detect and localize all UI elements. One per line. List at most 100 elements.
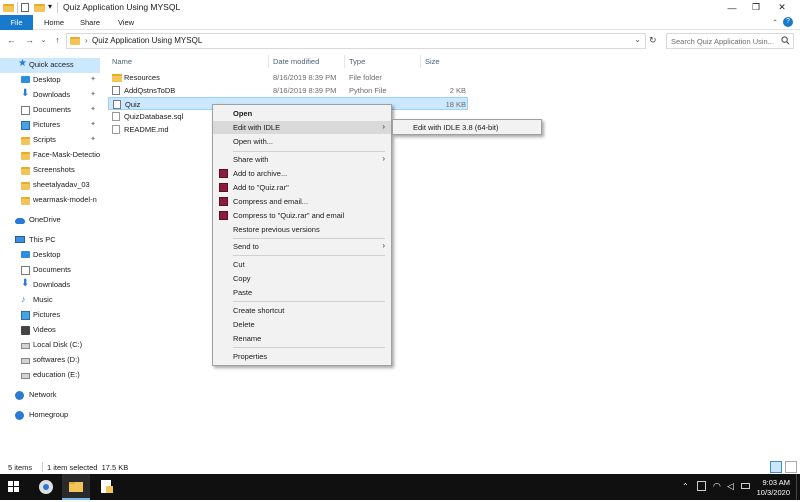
nav-quick-face-mask[interactable]: Face-Mask-Detectio (0, 148, 100, 163)
chevron-up-icon[interactable]: ⌃ (682, 482, 689, 491)
menu-item-send-to[interactable]: Send to › (213, 240, 391, 253)
search-input[interactable]: Search Quiz Application Usin... (666, 33, 794, 49)
nav-homegroup[interactable]: Homegroup (0, 408, 100, 423)
menu-label: Add to "Quiz.rar" (233, 183, 289, 192)
start-button[interactable] (0, 474, 28, 500)
clock-date[interactable]: 10/3/2020 (757, 488, 790, 497)
address-dropdown-button[interactable]: ⌄ (634, 35, 641, 44)
downloads-icon: ⬇ (21, 88, 30, 99)
nav-quick-downloads[interactable]: ⬇ Downloads ✦ (0, 88, 100, 103)
column-divider[interactable] (420, 55, 421, 68)
nav-pc-music[interactable]: ♪ Music (0, 293, 100, 308)
taskbar-app-chrome[interactable] (32, 474, 60, 500)
nav-network[interactable]: Network (0, 388, 100, 403)
nav-pc-pictures[interactable]: Pictures (0, 308, 100, 323)
divider (17, 2, 18, 13)
details-view-icon[interactable] (770, 461, 782, 473)
menu-item-add-to-archive[interactable]: Add to archive... (213, 167, 391, 180)
nav-quick-access[interactable]: ★ Quick access (0, 58, 100, 73)
volume-icon[interactable]: ◁ (727, 481, 734, 492)
nav-quick-desktop[interactable]: Desktop ✦ (0, 73, 100, 88)
navigation-pane: ★ Quick access Desktop ✦ ⬇ Downloads ✦ Docu… (0, 55, 100, 457)
column-header-size[interactable]: Size (425, 57, 440, 66)
column-divider[interactable] (344, 55, 345, 68)
menu-item-cut[interactable]: Cut (213, 258, 391, 271)
menu-item-copy[interactable]: Copy (213, 272, 391, 285)
nav-quick-pictures[interactable]: Pictures ✦ (0, 118, 100, 133)
quick-access-toolbar-dropdown[interactable]: ▾ (48, 2, 52, 11)
menu-item-add-to-rar[interactable]: Add to "Quiz.rar" (213, 181, 391, 194)
nav-quick-screenshots[interactable]: Screenshots (0, 163, 100, 178)
clock-time[interactable]: 9:03 AM (762, 478, 790, 487)
tab-view[interactable]: View (112, 15, 140, 30)
tab-share[interactable]: Share (76, 15, 104, 30)
battery-icon[interactable] (741, 483, 750, 489)
menu-item-paste[interactable]: Paste (213, 286, 391, 299)
nav-label: Desktop (33, 75, 61, 84)
menu-label: Create shortcut (233, 306, 285, 315)
chevron-right-icon: › (382, 154, 385, 163)
column-header-type[interactable]: Type (349, 57, 365, 66)
nav-pc-downloads[interactable]: ⬇ Downloads (0, 278, 100, 293)
menu-item-compress-email[interactable]: Compress and email... (213, 195, 391, 208)
maximize-button[interactable]: ❐ (742, 0, 770, 15)
up-button[interactable]: ↑ (52, 35, 63, 45)
nav-pc-drive-e[interactable]: education (E:) (0, 368, 100, 383)
menu-item-rename[interactable]: Rename (213, 332, 391, 345)
menu-item-properties[interactable]: Properties (213, 350, 391, 363)
system-tray-icon[interactable] (697, 481, 706, 491)
nav-pc-desktop[interactable]: Desktop (0, 248, 100, 263)
nav-label: Documents (33, 265, 71, 274)
file-row[interactable]: Resources 8/16/2019 8:39 PM File folder (108, 71, 468, 84)
breadcrumb[interactable]: Quiz Application Using MYSQL (92, 36, 202, 45)
menu-item-idle-38[interactable]: Edit with IDLE 3.8 (64-bit) (393, 121, 541, 134)
nav-this-pc[interactable]: This PC (0, 233, 100, 248)
nav-quick-sheetalyadav[interactable]: sheetalyadav_03 (0, 178, 100, 193)
tab-home[interactable]: Home (40, 15, 68, 30)
forward-button[interactable]: → (24, 35, 35, 45)
nav-pc-documents[interactable]: Documents (0, 263, 100, 278)
nav-label: Videos (33, 325, 56, 334)
tab-file[interactable]: File (0, 15, 33, 30)
column-header-date[interactable]: Date modified (273, 57, 319, 66)
document-icon (101, 480, 113, 493)
help-button[interactable]: ? (783, 17, 793, 27)
menu-item-open-with[interactable]: Open with... (213, 135, 391, 148)
chevron-right-icon: › (382, 241, 385, 250)
menu-item-restore-versions[interactable]: Restore previous versions (213, 223, 391, 236)
nav-quick-scripts[interactable]: Scripts ✦ (0, 133, 100, 148)
menu-item-compress-rar-email[interactable]: Compress to "Quiz.rar" and email (213, 209, 391, 222)
nav-pc-videos[interactable]: Videos (0, 323, 100, 338)
properties-icon[interactable] (21, 3, 29, 12)
new-folder-icon[interactable] (34, 2, 45, 13)
menu-item-edit-with-idle[interactable]: Edit with IDLE › (213, 121, 391, 134)
menu-item-create-shortcut[interactable]: Create shortcut (213, 304, 391, 317)
menu-label: Edit with IDLE 3.8 (64-bit) (413, 123, 499, 132)
winrar-icon (219, 183, 228, 192)
taskbar-app-file-explorer[interactable] (62, 474, 90, 500)
recent-locations-button[interactable]: ⌄ (38, 36, 49, 44)
taskbar-app-editor[interactable] (92, 474, 120, 500)
nav-pc-drive-d[interactable]: softwares (D:) (0, 353, 100, 368)
pictures-icon (21, 311, 30, 320)
nav-quick-wearmask[interactable]: wearmask-model-n (0, 193, 100, 208)
column-divider[interactable] (268, 55, 269, 68)
address-bar[interactable]: › Quiz Application Using MYSQL ⌄ (66, 33, 646, 49)
wifi-icon[interactable]: ◠ (713, 481, 721, 492)
show-desktop-button[interactable] (796, 474, 800, 500)
column-header-name[interactable]: Name (112, 57, 132, 66)
large-icons-view-icon[interactable] (785, 461, 797, 473)
menu-label: Edit with IDLE (233, 123, 281, 132)
close-button[interactable]: ✕ (768, 0, 796, 15)
back-button[interactable]: ← (6, 35, 17, 45)
menu-item-share-with[interactable]: Share with › (213, 153, 391, 166)
file-row[interactable]: AddQstnsToDB 8/16/2019 8:39 PM Python Fi… (108, 84, 468, 97)
menu-item-delete[interactable]: Delete (213, 318, 391, 331)
search-placeholder: Search Quiz Application Usin... (671, 37, 774, 46)
nav-pc-drive-c[interactable]: Local Disk (C:) (0, 338, 100, 353)
ribbon-collapse-button[interactable]: ⌃ (770, 15, 780, 30)
nav-onedrive[interactable]: OneDrive (0, 213, 100, 228)
menu-item-open[interactable]: Open (213, 107, 391, 120)
nav-quick-documents[interactable]: Documents ✦ (0, 103, 100, 118)
refresh-button[interactable]: ↻ (649, 35, 657, 46)
